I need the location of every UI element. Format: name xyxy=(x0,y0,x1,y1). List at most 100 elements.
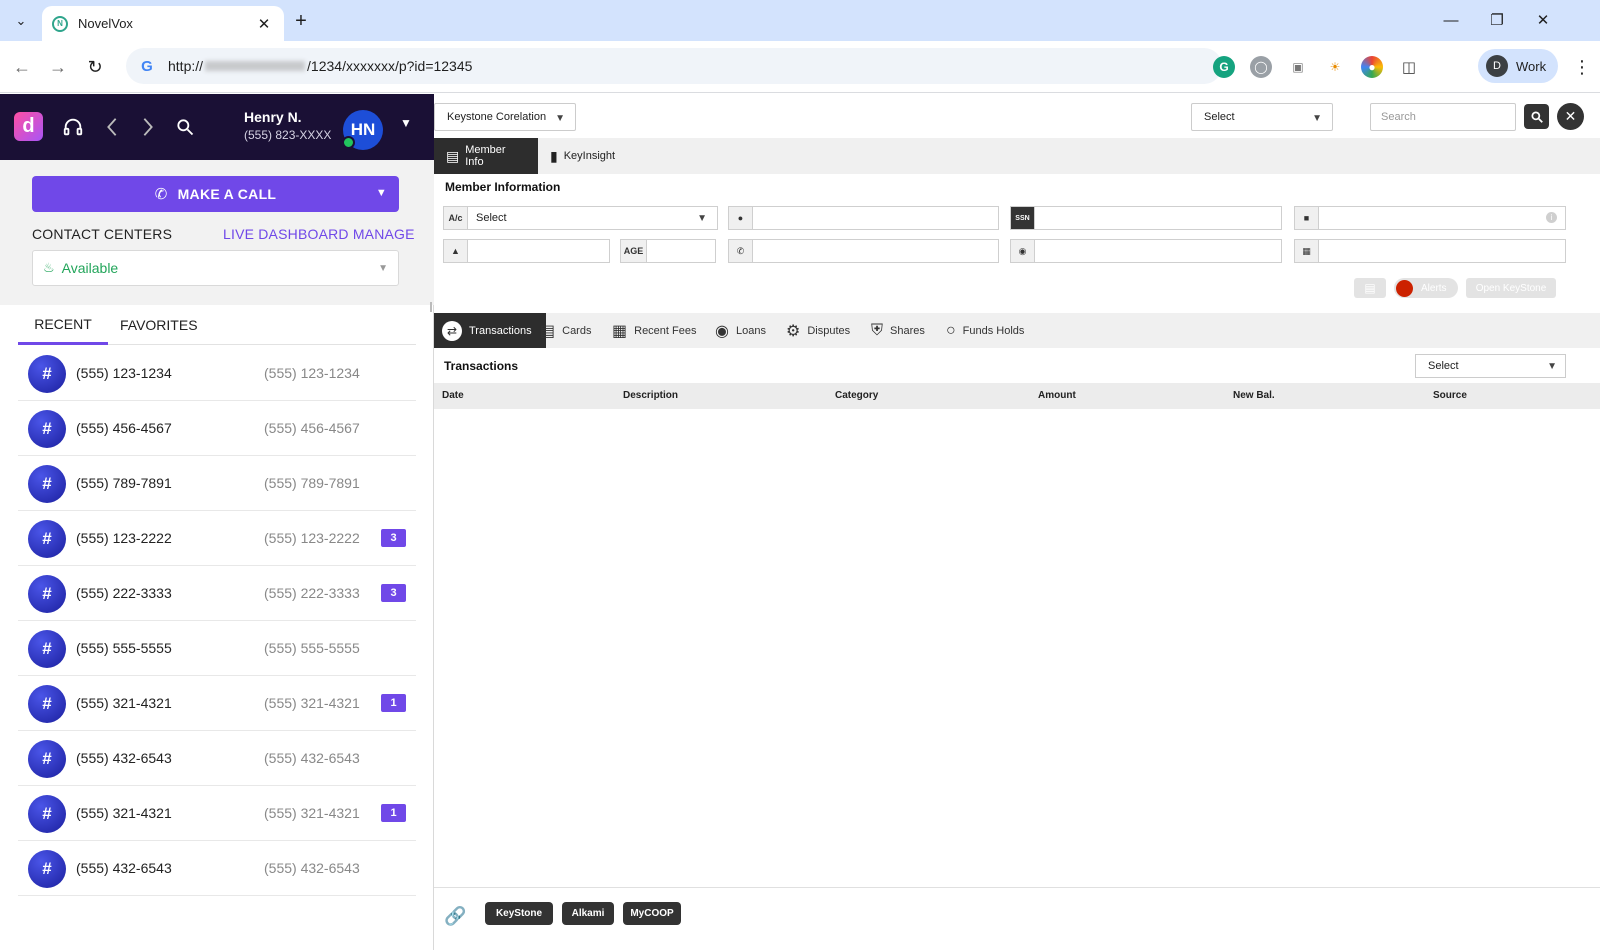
tab-recent[interactable]: RECENT xyxy=(18,305,108,345)
panel-resize-handle[interactable] xyxy=(430,302,432,312)
browser-menu-icon[interactable]: ⋮ xyxy=(1572,55,1592,79)
column-category[interactable]: Category xyxy=(835,390,878,401)
tab-loans[interactable]: ◉ Loans xyxy=(715,313,766,348)
pin-field[interactable]: ■ i xyxy=(1294,206,1566,230)
close-tab-icon[interactable]: ✕ xyxy=(254,15,274,33)
address-field[interactable]: ◉ xyxy=(1010,239,1282,263)
tab-disputes[interactable]: ⚙ Disputes xyxy=(786,313,850,348)
location-pin-icon: ◉ xyxy=(1011,240,1035,262)
profile-chip[interactable]: D Work xyxy=(1478,49,1558,83)
recent-call-row[interactable]: # (555) 432-6543 (555) 432-6543 xyxy=(18,731,416,786)
account-select-value: Select xyxy=(476,212,507,224)
recent-call-row[interactable]: # (555) 432-6543 (555) 432-6543 xyxy=(18,841,416,896)
lock-icon: ■ xyxy=(1295,207,1319,229)
tab-funds-holds[interactable]: ○ Funds Holds xyxy=(946,313,1024,348)
hand-coin-icon: ○ xyxy=(946,321,956,339)
search-type-select[interactable]: Select ▼ xyxy=(1191,103,1333,131)
reload-icon[interactable]: ↻ xyxy=(81,53,109,81)
tab-recent-fees[interactable]: ▦ Recent Fees xyxy=(612,313,697,348)
integration-select[interactable]: Keystone Corelation ▼ xyxy=(434,103,576,131)
recent-call-row[interactable]: # (555) 123-1234 (555) 123-1234 xyxy=(18,346,416,401)
recent-call-row[interactable]: # (555) 321-4321 (555) 321-4321 1 xyxy=(18,676,416,731)
live-dashboard-link[interactable]: LIVE DASHBOARD MANAGE xyxy=(223,226,415,242)
address-bar[interactable]: G http:// /1234/xxxxxxx/p?id=12345 xyxy=(126,48,1222,84)
browser-tab[interactable]: N NovelVox ✕ xyxy=(42,6,284,41)
column-amount[interactable]: Amount xyxy=(1038,390,1076,401)
search-type-value: Select xyxy=(1204,111,1235,123)
close-window-icon[interactable]: ✕ xyxy=(1528,8,1558,32)
info-icon[interactable]: i xyxy=(1546,212,1557,223)
crm-search-input[interactable]: Search xyxy=(1370,103,1516,131)
gear-icon: ⚙ xyxy=(786,322,801,340)
open-keystone-button[interactable]: Open KeyStone xyxy=(1466,278,1556,298)
keystone-link-button[interactable]: KeyStone xyxy=(485,902,553,925)
agent-status-select[interactable]: ♨ Available ▼ xyxy=(32,250,399,286)
app-logo-icon[interactable]: d xyxy=(14,112,43,141)
member-card-icon: ▤ xyxy=(446,147,460,164)
alkami-link-button[interactable]: Alkami xyxy=(562,902,614,925)
recent-call-row[interactable]: # (555) 555-5555 (555) 555-5555 xyxy=(18,621,416,676)
column-source[interactable]: Source xyxy=(1433,390,1467,401)
minimize-window-icon[interactable]: — xyxy=(1436,8,1466,32)
member-tabs: ▤ Member Info ▮ KeyInsight xyxy=(434,138,1600,174)
camera-extension-icon[interactable]: ▣ xyxy=(1287,56,1309,78)
recent-call-secondary: (555) 123-1234 xyxy=(264,365,360,381)
agent-menu-caret-icon[interactable]: ▼ xyxy=(400,116,412,130)
tab-favorites[interactable]: FAVORITES xyxy=(120,305,198,345)
tab-member-info[interactable]: ▤ Member Info xyxy=(434,138,538,174)
member-name-field[interactable]: ● xyxy=(728,206,999,230)
color-picker-extension-icon[interactable]: ● xyxy=(1361,56,1383,78)
ssn-field[interactable]: SSN xyxy=(1010,206,1282,230)
alerts-label: Alerts xyxy=(1421,282,1447,294)
person-icon: ● xyxy=(729,207,753,229)
recent-call-secondary: (555) 222-3333 xyxy=(264,585,360,601)
transactions-filter-select[interactable]: Select ▼ xyxy=(1415,354,1566,378)
column-new-balance[interactable]: New Bal. xyxy=(1233,390,1275,401)
recent-call-number: (555) 555-5555 xyxy=(76,640,172,656)
recent-call-row[interactable]: # (555) 456-4567 (555) 456-4567 xyxy=(18,401,416,456)
recent-call-row[interactable]: # (555) 222-3333 (555) 222-3333 3 xyxy=(18,566,416,621)
crm-search-button[interactable] xyxy=(1524,104,1549,129)
tab-keyinsight[interactable]: ▮ KeyInsight xyxy=(538,138,627,174)
alerts-button[interactable]: Alerts xyxy=(1394,278,1458,298)
recent-calls-list: # (555) 123-1234 (555) 123-1234 # (555) 456-… xyxy=(18,346,416,896)
mycoop-link-button[interactable]: MyCOOP xyxy=(623,902,681,925)
id-card-button[interactable]: ▤ xyxy=(1354,278,1386,298)
hash-avatar-icon: # xyxy=(28,465,66,503)
tab-transactions[interactable]: ⇄ Transactions xyxy=(434,313,546,348)
dialer-controls: ✆ MAKE A CALL ▼ CONTACT CENTERS LIVE DAS… xyxy=(0,160,434,305)
restore-window-icon[interactable]: ❐ xyxy=(1482,8,1512,32)
globe-extension-icon[interactable]: ◯ xyxy=(1250,56,1272,78)
recent-call-secondary: (555) 432-6543 xyxy=(264,860,360,876)
column-description[interactable]: Description xyxy=(623,390,678,401)
tab-disputes-label: Disputes xyxy=(807,324,851,337)
forward-arrow-icon[interactable]: → xyxy=(44,53,72,81)
chevron-left-icon[interactable] xyxy=(99,114,125,140)
close-panel-button[interactable]: ✕ xyxy=(1557,103,1584,130)
swap-arrows-icon: ⇄ xyxy=(442,320,462,341)
headset-icon[interactable] xyxy=(60,114,86,140)
recent-call-row[interactable]: # (555) 123-2222 (555) 123-2222 3 xyxy=(18,511,416,566)
tab-search-chevron-icon[interactable]: ⌄ xyxy=(8,8,34,34)
employer-field[interactable]: ▦ xyxy=(1294,239,1566,263)
back-arrow-icon[interactable]: ← xyxy=(8,53,36,81)
recent-call-row[interactable]: # (555) 789-7891 (555) 789-7891 xyxy=(18,456,416,511)
phone-icon: ✆ xyxy=(154,186,168,203)
sun-extension-icon[interactable]: ☀ xyxy=(1324,56,1346,78)
new-tab-icon[interactable]: + xyxy=(288,8,314,34)
tab-cards[interactable]: ▤ Cards xyxy=(540,313,591,348)
account-select[interactable]: A/c Select ▼ xyxy=(443,206,718,230)
grammarly-extension-icon[interactable]: G xyxy=(1213,56,1235,78)
chevron-right-icon[interactable] xyxy=(135,114,161,140)
search-icon[interactable] xyxy=(172,114,198,140)
column-date[interactable]: Date xyxy=(442,390,464,401)
extensions-puzzle-icon[interactable]: ◫ xyxy=(1398,56,1420,78)
make-a-call-button[interactable]: ✆ MAKE A CALL ▼ xyxy=(32,176,399,212)
birthdate-field[interactable]: ▲ xyxy=(443,239,610,263)
recent-call-row[interactable]: # (555) 321-4321 (555) 321-4321 1 xyxy=(18,786,416,841)
age-field[interactable]: AGE xyxy=(620,239,716,263)
tab-shares[interactable]: ⛨ Shares xyxy=(871,313,925,348)
make-call-dropdown-icon[interactable]: ▼ xyxy=(376,187,387,199)
phone-field[interactable]: ✆ xyxy=(728,239,999,263)
missed-count-badge: 3 xyxy=(381,529,406,547)
